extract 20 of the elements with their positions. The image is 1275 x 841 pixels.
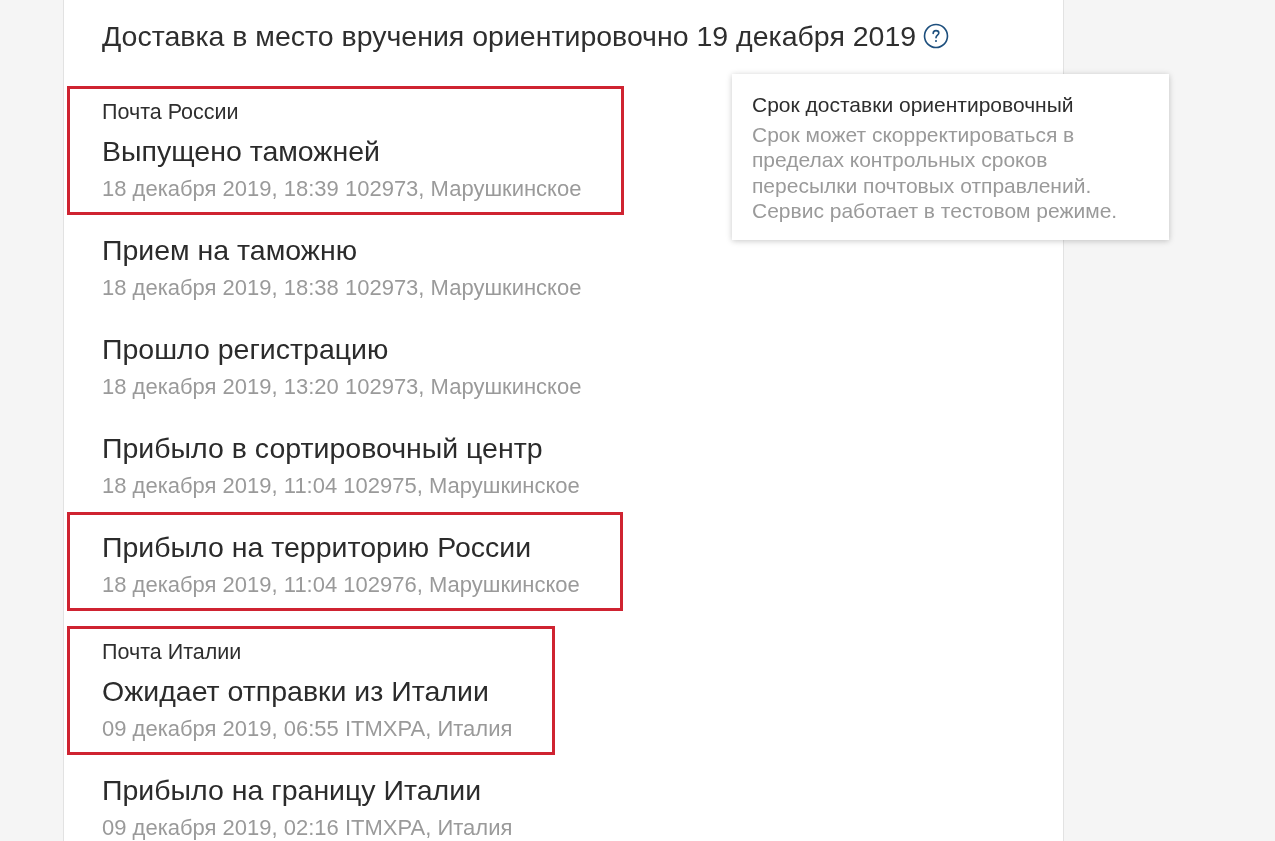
event-status: Прибыло на границу Италии: [102, 773, 483, 806]
tooltip-text: Срок может скорректироваться в пределах контрольных сроков пересылки почтовых отправлений. Сервис работает в тестовом режиме.: [752, 122, 1119, 224]
event-details: 09 декабря 2019, 06:55 ITMXPA, Италия: [102, 715, 513, 742]
event-status: Выпущено таможней: [102, 134, 381, 167]
event-status: Прием на таможню: [102, 233, 358, 266]
help-icon[interactable]: [923, 23, 950, 49]
delivery-estimate: Доставка в место вручения ориентировочно 19 декабря 2019: [102, 19, 917, 54]
event-status: Ожидает отправки из Италии: [102, 674, 490, 707]
carrier-name: Почта России: [102, 98, 240, 126]
event-details: 09 декабря 2019, 02:16 ITMXPA, Италия: [102, 814, 513, 841]
event-details: 18 декабря 2019, 13:20 102973, Марушкинское: [102, 373, 582, 400]
tooltip-title: Срок доставки ориентировочный: [752, 92, 1075, 118]
event-details: 18 декабря 2019, 11:04 102975, Марушкинское: [102, 472, 580, 499]
event-details: 18 декабря 2019, 18:38 102973, Марушкинское: [102, 274, 582, 301]
event-status: Прошло регистрацию: [102, 332, 390, 365]
event-status: Прибыло на территорию России: [102, 530, 533, 563]
carrier-name: Почта Италии: [102, 638, 243, 666]
event-status: Прибыло в сортировочный центр: [102, 431, 544, 464]
event-details: 18 декабря 2019, 11:04 102976, Марушкинское: [102, 571, 580, 598]
event-details: 18 декабря 2019, 18:39 102973, Марушкинское: [102, 175, 582, 202]
